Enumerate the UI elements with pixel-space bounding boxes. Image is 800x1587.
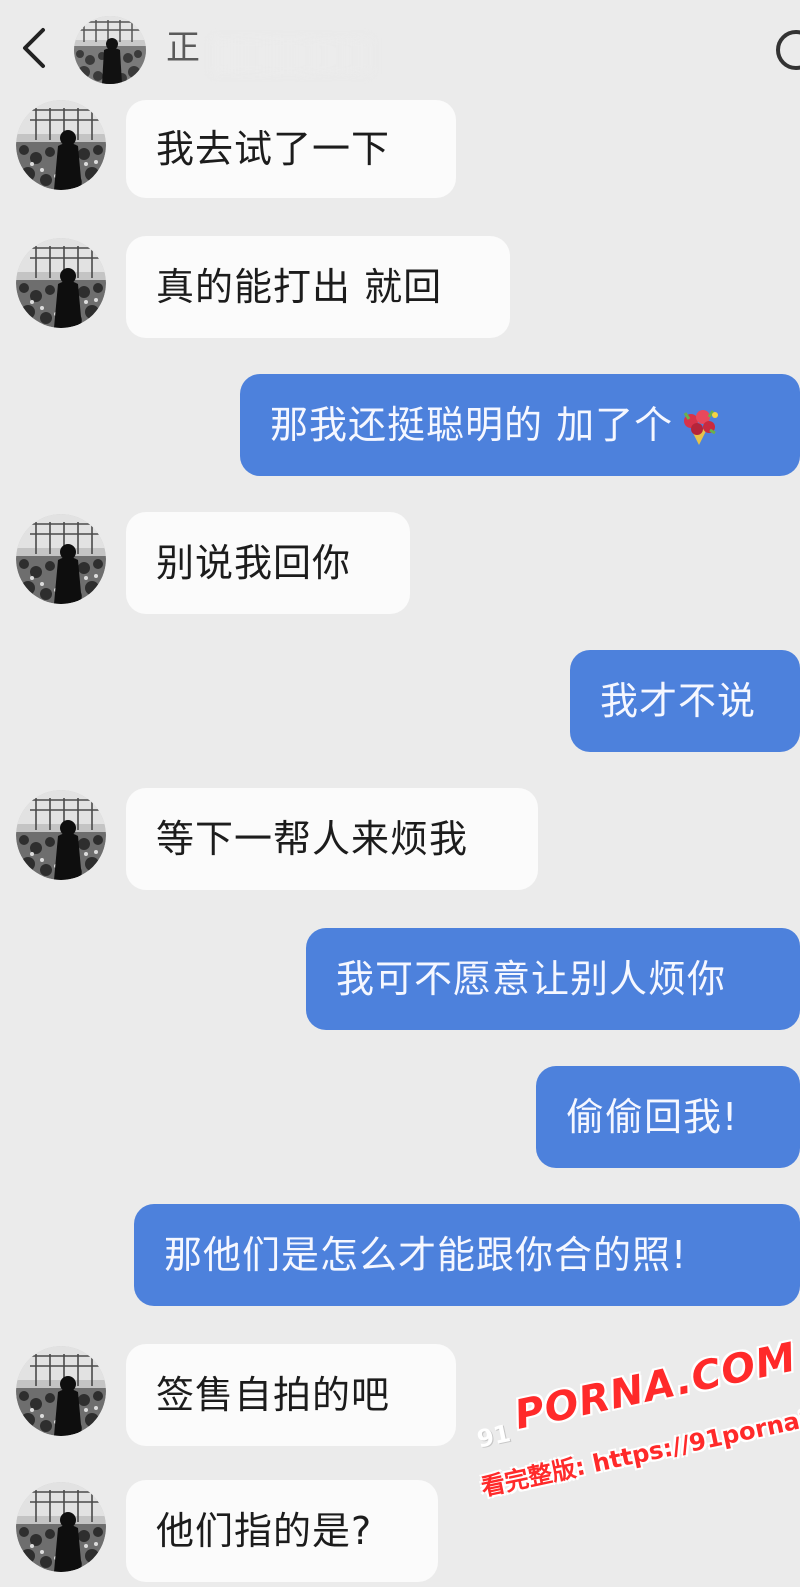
message-text: 等下一帮人来烦我 xyxy=(156,817,469,861)
sender-avatar[interactable] xyxy=(16,238,106,328)
message-text: 我去试了一下 xyxy=(156,127,391,171)
more-icon[interactable] xyxy=(776,30,800,70)
message-text: 别说我回你 xyxy=(156,541,352,585)
incoming-message-bubble[interactable]: 别说我回你 xyxy=(126,512,410,614)
bouquet-icon xyxy=(673,403,721,447)
sender-avatar[interactable] xyxy=(16,514,106,604)
incoming-message-bubble[interactable]: 真的能打出 就回 xyxy=(126,236,510,338)
message-text: 那他们是怎么才能跟你合的照! xyxy=(164,1233,688,1277)
outgoing-message-bubble[interactable]: 那我还挺聪明的 加了个 xyxy=(240,374,800,476)
message-text: 我可不愿意让别人烦你 xyxy=(336,957,727,1001)
message-text: 他们指的是? xyxy=(156,1509,373,1553)
sender-avatar[interactable] xyxy=(16,1482,106,1572)
incoming-message-bubble[interactable]: 签售自拍的吧 xyxy=(126,1344,456,1446)
outgoing-message-bubble[interactable]: 那他们是怎么才能跟你合的照! xyxy=(134,1204,800,1306)
message-text: 那我还挺聪明的 加了个 xyxy=(270,403,674,447)
back-button[interactable] xyxy=(14,24,54,72)
outgoing-message-bubble[interactable]: 我才不说 xyxy=(570,650,800,752)
watermark: 91 PORNA.COM 看完整版: https://91porna81.com xyxy=(462,1327,800,1562)
message-text: 真的能打出 就回 xyxy=(156,265,443,309)
message-text: 我才不说 xyxy=(600,679,757,723)
sender-avatar[interactable] xyxy=(16,790,106,880)
message-text: 偷偷回我! xyxy=(566,1095,739,1139)
chat-header: 正 xyxy=(0,0,800,98)
sender-avatar[interactable] xyxy=(16,1346,106,1436)
incoming-message-bubble[interactable]: 等下一帮人来烦我 xyxy=(126,788,538,890)
incoming-message-bubble[interactable]: 他们指的是? xyxy=(126,1480,438,1582)
chat-screen: 正 我去试了一下 真的能打出 就回 那我还挺聪明的 加了个 别说我回你 我才不说… xyxy=(0,0,800,1587)
incoming-message-bubble[interactable]: 我去试了一下 xyxy=(126,100,456,198)
outgoing-message-bubble[interactable]: 我可不愿意让别人烦你 xyxy=(306,928,800,1030)
header-avatar[interactable] xyxy=(74,16,146,84)
contact-name: 正 xyxy=(166,28,202,68)
sender-avatar[interactable] xyxy=(16,100,106,190)
watermark-prefix: 91 xyxy=(474,1419,514,1454)
outgoing-message-bubble[interactable]: 偷偷回我! xyxy=(536,1066,800,1168)
blurred-name-region xyxy=(212,38,372,74)
chevron-left-icon xyxy=(23,28,45,68)
message-text: 签售自拍的吧 xyxy=(156,1373,391,1417)
